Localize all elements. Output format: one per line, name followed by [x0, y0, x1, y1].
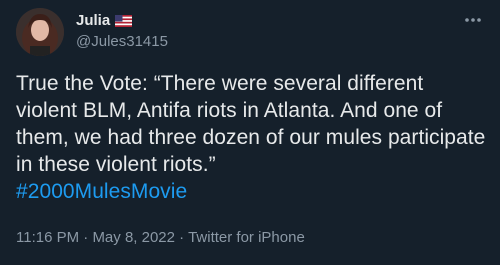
tweet-metadata: 11:16 PM · May 8, 2022 · Twitter for iPh… — [16, 229, 305, 246]
avatar-image — [16, 8, 64, 56]
tweet-source[interactable]: Twitter for iPhone — [188, 229, 305, 246]
tweet-card: Julia @Jules31415 True the Vote: “There … — [0, 0, 500, 265]
meta-separator: · — [79, 229, 93, 246]
display-name[interactable]: Julia — [76, 12, 110, 29]
tweet-date[interactable]: May 8, 2022 — [92, 229, 175, 246]
tweet-text: True the Vote: “There were several diffe… — [16, 70, 486, 205]
author-handle[interactable]: @Jules31415 — [76, 33, 168, 50]
tweet-body: True the Vote: “There were several diffe… — [16, 72, 486, 176]
avatar[interactable] — [16, 8, 64, 56]
tweet-time[interactable]: 11:16 PM — [16, 229, 79, 246]
author-info: Julia @Jules31415 — [76, 10, 168, 51]
hashtag-link[interactable]: #2000MulesMovie — [16, 180, 187, 203]
meta-separator: · — [175, 229, 189, 246]
us-flag-icon — [115, 14, 133, 27]
more-options-icon[interactable] — [460, 10, 486, 30]
